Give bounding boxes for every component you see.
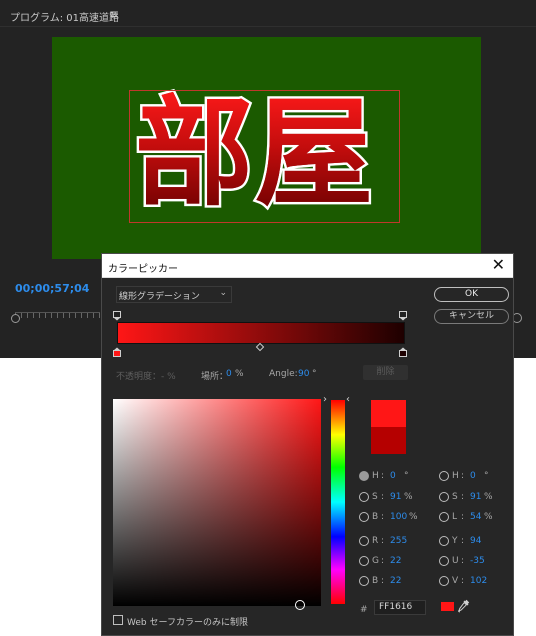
location-unit: % bbox=[235, 369, 244, 379]
yuv-v-row[interactable]: V: 102 bbox=[439, 576, 509, 588]
video-preview[interactable]: 部屋 部屋 bbox=[52, 37, 481, 259]
hex-hash-label: # bbox=[360, 605, 368, 615]
cancel-button[interactable]: キャンセル bbox=[434, 309, 509, 324]
text-bounding-box[interactable] bbox=[129, 90, 400, 223]
opacity-label: 不透明度：- % bbox=[116, 372, 176, 382]
radio-u[interactable] bbox=[439, 556, 449, 566]
location-label: 場所： bbox=[201, 372, 229, 382]
radio-r[interactable] bbox=[359, 536, 369, 546]
web-safe-label: Web セーフカラーのみに制限 bbox=[127, 618, 248, 628]
delete-stop-button[interactable]: 削除 bbox=[363, 365, 408, 380]
radio-b[interactable] bbox=[359, 512, 369, 522]
saturation-brightness-field[interactable] bbox=[113, 399, 321, 606]
hsl-s-row[interactable]: S: 91% bbox=[439, 492, 509, 504]
radio-rgb-b[interactable] bbox=[359, 576, 369, 586]
original-color-swatch[interactable] bbox=[371, 427, 406, 454]
panel-menu-icon[interactable]: ≡ bbox=[109, 7, 119, 21]
yuv-y-row[interactable]: Y: 94 bbox=[439, 536, 509, 548]
hsl-h-row[interactable]: H: 0 ° bbox=[439, 471, 509, 483]
hsb-h-row[interactable]: H: 0 ° bbox=[359, 471, 429, 483]
radio-y[interactable] bbox=[439, 536, 449, 546]
angle-unit: ° bbox=[312, 369, 317, 379]
gradient-type-select[interactable]: 線形グラデーション ⌄ bbox=[116, 286, 232, 303]
radio-hsl-l[interactable] bbox=[439, 512, 449, 522]
radio-v[interactable] bbox=[439, 576, 449, 586]
radio-hsl-s[interactable] bbox=[439, 492, 449, 502]
playhead-handle[interactable] bbox=[11, 314, 20, 323]
radio-h[interactable] bbox=[359, 471, 369, 481]
hue-slider-arrow-right-icon[interactable]: › bbox=[323, 394, 327, 405]
title-divider bbox=[0, 26, 536, 27]
hsb-b-row[interactable]: B: 100% bbox=[359, 512, 429, 524]
rgb-r-row[interactable]: R: 255 bbox=[359, 536, 429, 548]
radio-s[interactable] bbox=[359, 492, 369, 502]
web-safe-checkbox[interactable] bbox=[113, 615, 123, 625]
hue-slider[interactable] bbox=[331, 400, 345, 604]
location-value[interactable]: 0 bbox=[226, 369, 232, 379]
screen: プログラム: 01高速道路 ≡ 部屋 部屋 00;00;57;04 カラーピッカ… bbox=[0, 0, 536, 636]
angle-value[interactable]: 90 bbox=[298, 369, 309, 379]
playhead-timecode[interactable]: 00;00;57;04 bbox=[15, 282, 89, 295]
opacity-stop-right[interactable] bbox=[399, 311, 407, 321]
time-ruler[interactable] bbox=[15, 312, 100, 320]
chevron-down-icon: ⌄ bbox=[219, 288, 227, 298]
angle-label: Angle: bbox=[269, 369, 298, 379]
opacity-stop-left[interactable] bbox=[113, 311, 121, 321]
new-color-swatch bbox=[371, 400, 406, 427]
hue-slider-arrow-left-icon[interactable]: ‹ bbox=[346, 394, 350, 405]
yuv-u-row[interactable]: U: -35 bbox=[439, 556, 509, 568]
hsb-s-row[interactable]: S: 91% bbox=[359, 492, 429, 504]
color-picker-dialog: カラーピッカー ✕ 線形グラデーション ⌄ OK キャンセル 不透明度：- % bbox=[101, 253, 514, 636]
monitor-title: プログラム: 01高速道路 bbox=[10, 13, 119, 24]
gradient-type-value: 線形グラデーション bbox=[119, 292, 200, 302]
ok-button[interactable]: OK bbox=[434, 287, 509, 302]
dialog-title: カラーピッカー bbox=[108, 264, 178, 275]
hsl-l-row[interactable]: L: 54% bbox=[439, 512, 509, 524]
dialog-titlebar: カラーピッカー ✕ bbox=[102, 254, 513, 278]
color-stop-right[interactable] bbox=[399, 347, 407, 357]
gradient-preview-bar[interactable] bbox=[117, 322, 405, 344]
color-stop-left[interactable] bbox=[113, 347, 121, 357]
rgb-b-row[interactable]: B: 22 bbox=[359, 576, 429, 588]
hex-color-swatch bbox=[441, 602, 454, 611]
rgb-g-row[interactable]: G: 22 bbox=[359, 556, 429, 568]
close-icon[interactable]: ✕ bbox=[492, 256, 505, 274]
hex-color-input[interactable]: FF1616 bbox=[374, 600, 426, 615]
radio-hsl-h[interactable] bbox=[439, 471, 449, 481]
radio-g[interactable] bbox=[359, 556, 369, 566]
color-field-handle[interactable] bbox=[295, 600, 305, 610]
eyedropper-icon[interactable] bbox=[458, 599, 470, 613]
gradient-midpoint[interactable] bbox=[255, 342, 265, 352]
